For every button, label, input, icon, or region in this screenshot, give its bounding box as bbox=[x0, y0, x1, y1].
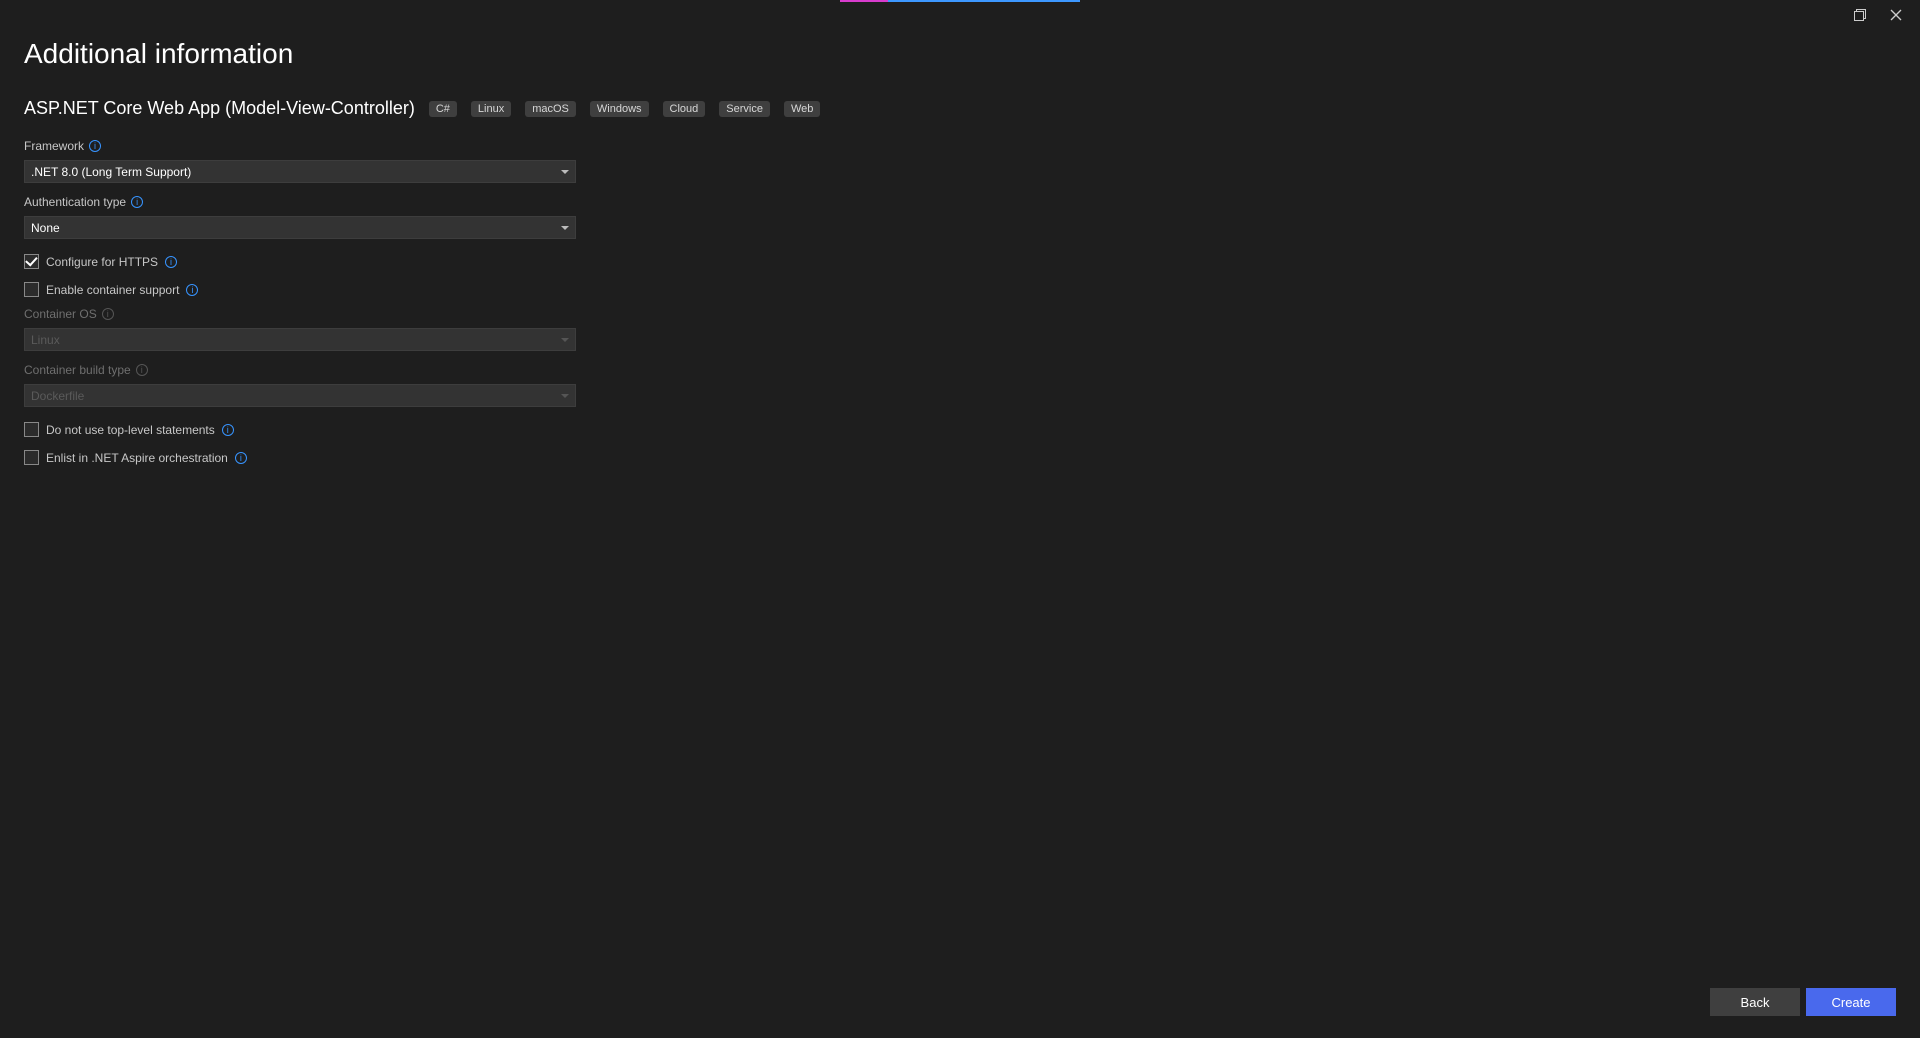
close-window-button[interactable] bbox=[1878, 2, 1914, 28]
template-header-row: ASP.NET Core Web App (Model-View-Control… bbox=[24, 98, 1896, 119]
tag-cloud: Cloud bbox=[663, 101, 706, 117]
page-title: Additional information bbox=[24, 38, 1896, 70]
chevron-down-icon bbox=[561, 226, 569, 230]
titlebar bbox=[0, 0, 1920, 30]
chevron-down-icon bbox=[561, 170, 569, 174]
auth-type-select-value: None bbox=[31, 221, 60, 235]
container-build-type-select: Dockerfile bbox=[24, 384, 576, 407]
footer-buttons: Back Create bbox=[1710, 988, 1896, 1016]
top-level-label: Do not use top-level statements bbox=[46, 423, 215, 437]
container-os-label-row: Container OS i bbox=[24, 307, 584, 321]
configure-https-checkbox[interactable] bbox=[24, 254, 39, 269]
tag-csharp: C# bbox=[429, 101, 457, 117]
info-icon[interactable]: i bbox=[165, 256, 177, 268]
tag-web: Web bbox=[784, 101, 820, 117]
info-icon[interactable]: i bbox=[222, 424, 234, 436]
container-build-type-label-row: Container build type i bbox=[24, 363, 584, 377]
form-area: Framework i .NET 8.0 (Long Term Support)… bbox=[24, 139, 584, 468]
template-name: ASP.NET Core Web App (Model-View-Control… bbox=[24, 98, 415, 119]
info-icon[interactable]: i bbox=[235, 452, 247, 464]
tag-macos: macOS bbox=[525, 101, 576, 117]
aspire-checkbox-row[interactable]: Enlist in .NET Aspire orchestration i bbox=[24, 450, 584, 465]
info-icon[interactable]: i bbox=[186, 284, 198, 296]
info-icon: i bbox=[136, 364, 148, 376]
back-button[interactable]: Back bbox=[1710, 988, 1800, 1016]
content-area: Additional information ASP.NET Core Web … bbox=[0, 30, 1920, 468]
aspire-label: Enlist in .NET Aspire orchestration bbox=[46, 451, 228, 465]
aspire-checkbox[interactable] bbox=[24, 450, 39, 465]
framework-select-value: .NET 8.0 (Long Term Support) bbox=[31, 165, 191, 179]
chevron-down-icon bbox=[561, 338, 569, 342]
info-icon: i bbox=[102, 308, 114, 320]
tag-service: Service bbox=[719, 101, 770, 117]
tag-linux: Linux bbox=[471, 101, 511, 117]
container-os-label: Container OS bbox=[24, 307, 97, 321]
container-os-select-value: Linux bbox=[31, 333, 60, 347]
configure-https-checkbox-row[interactable]: Configure for HTTPS i bbox=[24, 254, 584, 269]
restore-window-button[interactable] bbox=[1842, 2, 1878, 28]
top-level-checkbox-row[interactable]: Do not use top-level statements i bbox=[24, 422, 584, 437]
framework-label: Framework bbox=[24, 139, 84, 153]
container-support-checkbox[interactable] bbox=[24, 282, 39, 297]
auth-type-label: Authentication type bbox=[24, 195, 126, 209]
loading-progress-strip bbox=[840, 0, 1080, 2]
create-button[interactable]: Create bbox=[1806, 988, 1896, 1016]
container-build-type-select-value: Dockerfile bbox=[31, 389, 84, 403]
framework-select[interactable]: .NET 8.0 (Long Term Support) bbox=[24, 160, 576, 183]
tag-windows: Windows bbox=[590, 101, 649, 117]
info-icon[interactable]: i bbox=[89, 140, 101, 152]
container-os-select: Linux bbox=[24, 328, 576, 351]
chevron-down-icon bbox=[561, 394, 569, 398]
configure-https-label: Configure for HTTPS bbox=[46, 255, 158, 269]
top-level-checkbox[interactable] bbox=[24, 422, 39, 437]
framework-label-row: Framework i bbox=[24, 139, 584, 153]
container-support-checkbox-row[interactable]: Enable container support i bbox=[24, 282, 584, 297]
auth-type-select[interactable]: None bbox=[24, 216, 576, 239]
info-icon[interactable]: i bbox=[131, 196, 143, 208]
auth-type-label-row: Authentication type i bbox=[24, 195, 584, 209]
container-build-type-label: Container build type bbox=[24, 363, 131, 377]
container-support-label: Enable container support bbox=[46, 283, 179, 297]
